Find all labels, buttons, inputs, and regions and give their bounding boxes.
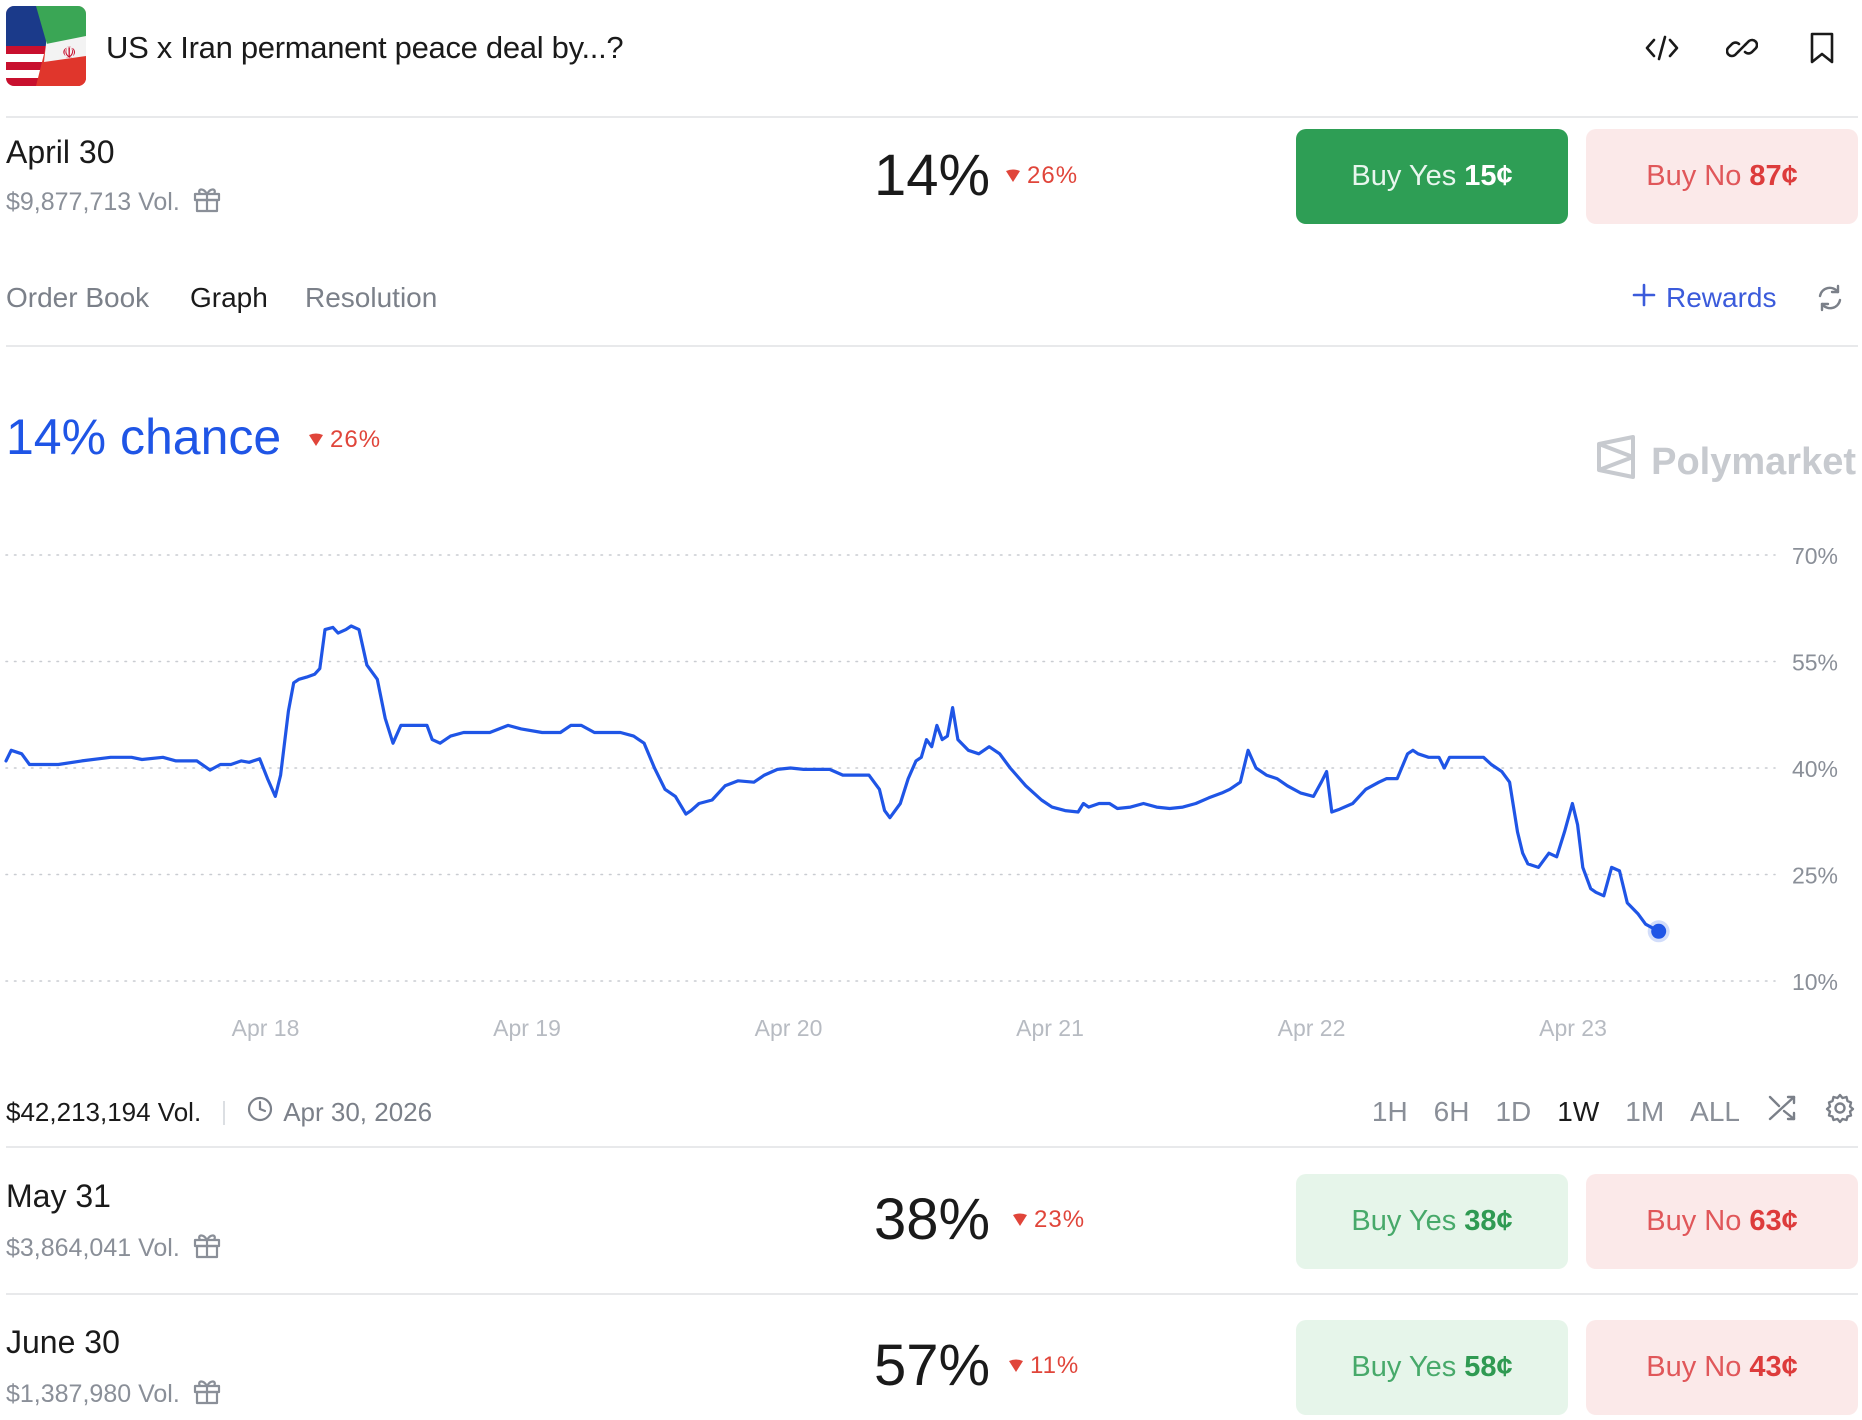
refresh-icon[interactable] [1808,276,1852,320]
outcome-volume-text: $1,387,980 Vol. [6,1380,180,1408]
chance-change-value: 26% [330,426,382,453]
total-volume: $42,213,194 Vol. [6,1097,202,1127]
embed-code-icon[interactable] [1640,26,1684,70]
tabs-divider [6,345,1858,347]
outcome-change-value: 11% [1030,1352,1080,1379]
outcome-volume-text: $9,877,713 Vol. [6,188,180,216]
end-date: Apr 30, 2026 [247,1096,432,1129]
x-tick-label: Apr 20 [755,1015,823,1041]
row-divider [6,1293,1858,1295]
outcome-volume: $9,877,713 Vol. [6,184,222,221]
buy-yes-price: 58¢ [1464,1351,1513,1383]
current-point [1651,923,1667,939]
outcome-change-value: 23% [1034,1206,1086,1233]
bookmark-icon[interactable] [1800,26,1844,70]
outcome-change: 11% [1008,1352,1079,1380]
clock-icon [247,1096,273,1129]
tab-resolution[interactable]: Resolution [305,282,437,314]
buy-no-price: 87¢ [1749,160,1798,192]
market-title: US x Iran permanent peace deal by...? [106,30,624,65]
buy-yes-button[interactable]: Buy Yes 58¢ [1296,1320,1568,1415]
rewards-label: Rewards [1666,282,1777,313]
range-1h[interactable]: 1H [1372,1096,1408,1128]
outcome-probability: 38% [873,1187,991,1252]
polymarket-logo-icon [1595,434,1637,490]
range-1d[interactable]: 1D [1495,1096,1531,1128]
down-triangle-icon [1005,162,1021,190]
outcome-date: April 30 [6,134,115,170]
footer-separator [223,1100,226,1125]
brand-watermark: Polymarket [1595,434,1856,490]
buy-no-price: 63¢ [1749,1205,1798,1237]
settings-gear-icon[interactable] [1824,1092,1856,1131]
x-tick-label: Apr 18 [232,1015,300,1041]
header-divider [6,116,1858,118]
tab-graph[interactable]: Graph [190,282,268,314]
range-1w[interactable]: 1W [1557,1096,1599,1128]
x-tick-label: Apr 19 [493,1015,561,1041]
outcome-change-value: 26% [1027,162,1079,189]
x-tick-label: Apr 23 [1539,1015,1607,1041]
chart-footer-info: $42,213,194 Vol. Apr 30, 2026 [6,1096,432,1129]
brand-name: Polymarket [1651,440,1856,483]
market-flag-image: ☫ [6,6,86,86]
series-line [4,624,1661,933]
y-tick-label: 40% [1792,756,1838,782]
gift-icon[interactable] [192,1376,222,1413]
buy-yes-label: Buy Yes [1351,1205,1457,1237]
time-range-selector: 1H 6H 1D 1W 1M ALL [1372,1092,1856,1131]
outcome-probability: 14% [873,143,991,208]
buy-yes-button[interactable]: Buy Yes 15¢ [1296,129,1568,224]
end-date-text: Apr 30, 2026 [283,1097,433,1127]
range-all[interactable]: ALL [1690,1096,1740,1128]
x-tick-label: Apr 22 [1278,1015,1346,1041]
buy-no-button[interactable]: Buy No 87¢ [1586,129,1858,224]
buy-yes-button[interactable]: Buy Yes 38¢ [1296,1174,1568,1269]
rewards-button[interactable]: Rewards [1632,282,1776,314]
buy-yes-label: Buy Yes [1351,160,1457,192]
price-chart[interactable]: 70% 55% 40% 25% 10% Apr 18 Apr 19 Apr 20 Apr 21 A… [0,520,1862,1060]
down-triangle-icon [1012,1206,1028,1234]
outcome-volume: $3,864,041 Vol. [6,1230,222,1267]
chance-headline: 14% chance [6,409,282,465]
y-tick-label: 25% [1792,863,1838,889]
buy-no-label: Buy No [1646,1351,1742,1383]
buy-yes-price: 15¢ [1464,160,1513,192]
buy-no-label: Buy No [1646,1205,1742,1237]
buy-no-button[interactable]: Buy No 43¢ [1586,1320,1858,1415]
range-1m[interactable]: 1M [1625,1096,1664,1128]
outcome-change: 23% [1012,1206,1085,1234]
outcome-change: 26% [1005,162,1078,190]
outcome-probability: 57% [873,1333,991,1398]
range-6h[interactable]: 6H [1434,1096,1470,1128]
gift-icon[interactable] [192,184,222,221]
down-triangle-icon [308,426,324,454]
tab-order-book[interactable]: Order Book [6,282,149,314]
shuffle-icon[interactable] [1766,1093,1798,1130]
buy-yes-price: 38¢ [1464,1205,1513,1237]
footer-divider [6,1146,1858,1148]
svg-text:☫: ☫ [62,43,76,62]
gift-icon[interactable] [192,1230,222,1267]
outcome-volume-text: $3,864,041 Vol. [6,1234,180,1262]
y-tick-label: 10% [1792,969,1838,995]
y-tick-label: 70% [1792,543,1838,569]
buy-yes-label: Buy Yes [1351,1351,1457,1383]
down-triangle-icon [1008,1352,1024,1380]
x-tick-label: Apr 21 [1016,1015,1084,1041]
buy-no-button[interactable]: Buy No 63¢ [1586,1174,1858,1269]
outcome-date: May 31 [6,1178,111,1214]
plus-icon [1632,282,1656,314]
link-icon[interactable] [1720,26,1764,70]
buy-no-label: Buy No [1646,160,1742,192]
buy-no-price: 43¢ [1749,1351,1798,1383]
outcome-date: June 30 [6,1324,120,1360]
y-tick-label: 55% [1792,650,1838,676]
chance-change: 26% [308,426,381,454]
outcome-volume: $1,387,980 Vol. [6,1376,222,1413]
